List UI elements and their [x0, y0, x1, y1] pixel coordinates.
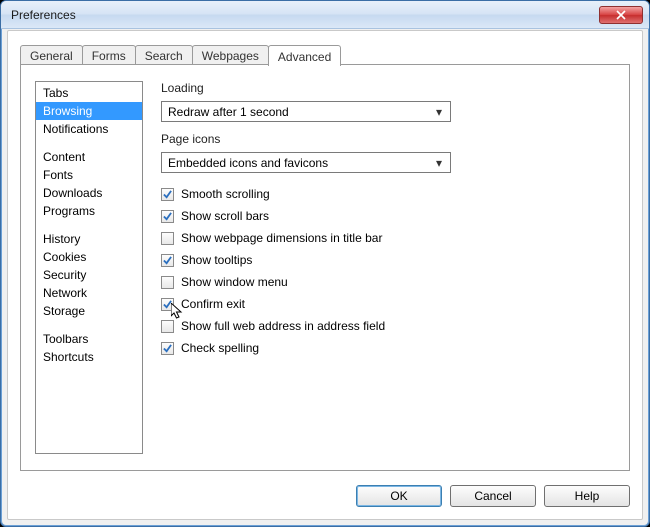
checkbox-label[interactable]: Show tooltips	[181, 253, 252, 267]
window-title: Preferences	[11, 8, 599, 22]
checkbox[interactable]	[161, 232, 174, 245]
checkbox[interactable]	[161, 254, 174, 267]
checkbox-group: Smooth scrolling Show scroll bars Show web…	[161, 183, 613, 359]
sidebar-item-history[interactable]: History	[36, 230, 142, 248]
sidebar-item-toolbars[interactable]: Toolbars	[36, 330, 142, 348]
checkbox[interactable]	[161, 342, 174, 355]
loading-label: Loading	[161, 81, 613, 95]
loading-dropdown[interactable]: Redraw after 1 second ▾	[161, 101, 451, 122]
preferences-window: Preferences GeneralFormsSearchWebpagesAd…	[0, 0, 650, 527]
sidebar-item-browsing[interactable]: Browsing	[36, 102, 142, 120]
dialog-buttons: OK Cancel Help	[356, 485, 630, 507]
check-row: Show webpage dimensions in title bar	[161, 227, 613, 249]
checkbox-label[interactable]: Show scroll bars	[181, 209, 269, 223]
checkbox[interactable]	[161, 276, 174, 289]
sidebar-item-downloads[interactable]: Downloads	[36, 184, 142, 202]
cancel-button[interactable]: Cancel	[450, 485, 536, 507]
help-button[interactable]: Help	[544, 485, 630, 507]
checkbox-label[interactable]: Show window menu	[181, 275, 288, 289]
sidebar-item-cookies[interactable]: Cookies	[36, 248, 142, 266]
checkbox[interactable]	[161, 298, 174, 311]
chevron-down-icon: ▾	[432, 156, 446, 170]
tab-advanced[interactable]: Advanced	[268, 45, 341, 66]
check-row: Check spelling	[161, 337, 613, 359]
page-icons-dropdown[interactable]: Embedded icons and favicons ▾	[161, 152, 451, 173]
sidebar-item-content[interactable]: Content	[36, 148, 142, 166]
checkbox-label[interactable]: Show full web address in address field	[181, 319, 385, 333]
sidebar-item-network[interactable]: Network	[36, 284, 142, 302]
category-sidebar: TabsBrowsingNotifications ContentFontsDow…	[35, 81, 143, 454]
tab-search[interactable]: Search	[135, 45, 193, 65]
sidebar-item-storage[interactable]: Storage	[36, 302, 142, 320]
close-button[interactable]	[599, 6, 643, 24]
tab-webpages[interactable]: Webpages	[192, 45, 269, 65]
check-row: Confirm exit	[161, 293, 613, 315]
chevron-down-icon: ▾	[432, 105, 446, 119]
checkbox[interactable]	[161, 320, 174, 333]
checkbox[interactable]	[161, 210, 174, 223]
sidebar-item-security[interactable]: Security	[36, 266, 142, 284]
loading-value: Redraw after 1 second	[168, 105, 432, 119]
check-row: Show full web address in address field	[161, 315, 613, 337]
checkbox[interactable]	[161, 188, 174, 201]
checkbox-label[interactable]: Confirm exit	[181, 297, 245, 311]
settings-content: Loading Redraw after 1 second ▾ Page ico…	[159, 81, 615, 454]
page-icons-value: Embedded icons and favicons	[168, 156, 432, 170]
checkbox-label[interactable]: Smooth scrolling	[181, 187, 270, 201]
titlebar: Preferences	[1, 1, 649, 29]
tab-strip: GeneralFormsSearchWebpagesAdvanced	[20, 43, 630, 65]
tab-panel-advanced: TabsBrowsingNotifications ContentFontsDow…	[20, 65, 630, 471]
tab-forms[interactable]: Forms	[82, 45, 136, 65]
sidebar-item-tabs[interactable]: Tabs	[36, 84, 142, 102]
sidebar-item-fonts[interactable]: Fonts	[36, 166, 142, 184]
client-area: GeneralFormsSearchWebpagesAdvanced TabsB…	[7, 30, 643, 520]
checkbox-label[interactable]: Check spelling	[181, 341, 259, 355]
sidebar-item-programs[interactable]: Programs	[36, 202, 142, 220]
check-row: Show window menu	[161, 271, 613, 293]
page-icons-label: Page icons	[161, 132, 613, 146]
tab-general[interactable]: General	[20, 45, 83, 65]
ok-button[interactable]: OK	[356, 485, 442, 507]
sidebar-item-shortcuts[interactable]: Shortcuts	[36, 348, 142, 366]
close-icon	[616, 10, 626, 20]
check-row: Smooth scrolling	[161, 183, 613, 205]
checkbox-label[interactable]: Show webpage dimensions in title bar	[181, 231, 382, 245]
check-row: Show scroll bars	[161, 205, 613, 227]
sidebar-item-notifications[interactable]: Notifications	[36, 120, 142, 138]
check-row: Show tooltips	[161, 249, 613, 271]
